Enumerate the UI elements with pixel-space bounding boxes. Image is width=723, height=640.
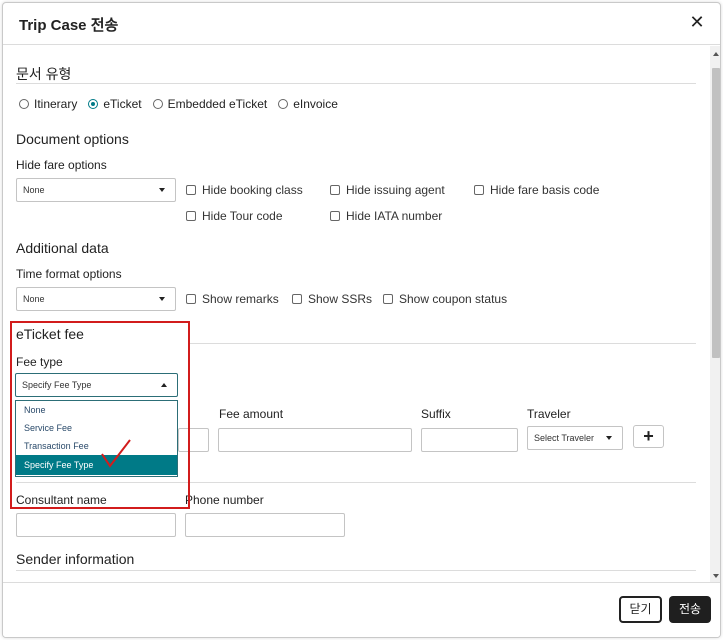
divider bbox=[189, 343, 696, 344]
checkbox-hide-iata-number[interactable]: Hide IATA number bbox=[330, 209, 442, 223]
checkbox-hide-booking-class[interactable]: Hide booking class bbox=[186, 183, 303, 197]
eticket-fee-title: eTicket fee bbox=[16, 326, 84, 342]
doc-type-title: 문서 유형 bbox=[16, 66, 72, 82]
checkbox-show-ssrs[interactable]: Show SSRs bbox=[292, 292, 372, 306]
doc-type-radio-group: Itinerary eTicket Embedded eTicket eInvo… bbox=[19, 97, 349, 111]
traveler-label: Traveler bbox=[527, 407, 571, 421]
dropdown-option-specify-fee-type[interactable]: Specify Fee Type bbox=[16, 455, 177, 475]
traveler-select[interactable]: Select Traveler bbox=[527, 426, 623, 450]
chevron-down-icon bbox=[606, 436, 612, 440]
scrollbar[interactable] bbox=[710, 46, 720, 582]
close-icon[interactable]: ✕ bbox=[688, 12, 706, 32]
checkbox-icon[interactable] bbox=[330, 185, 340, 195]
fee-amount-input[interactable] bbox=[218, 428, 412, 452]
suffix-label: Suffix bbox=[421, 407, 451, 421]
suffix-input[interactable] bbox=[421, 428, 518, 452]
dialog-title: Trip Case 전송 bbox=[19, 17, 119, 34]
checkbox-icon[interactable] bbox=[186, 185, 196, 195]
sender-information-title: Sender information bbox=[16, 551, 135, 567]
scroll-thumb[interactable] bbox=[712, 68, 720, 358]
checkbox-icon[interactable] bbox=[330, 211, 340, 221]
consultant-name-input[interactable] bbox=[16, 513, 176, 537]
radio-selected-icon[interactable] bbox=[88, 99, 99, 109]
checkbox-icon[interactable] bbox=[186, 294, 196, 304]
annotation-checkmark-icon bbox=[101, 439, 131, 468]
scroll-up-icon[interactable] bbox=[713, 52, 719, 56]
phone-number-input[interactable] bbox=[185, 513, 345, 537]
checkbox-icon[interactable] bbox=[474, 185, 484, 195]
checkbox-hide-issuing-agent[interactable]: Hide issuing agent bbox=[330, 183, 445, 197]
divider bbox=[16, 83, 696, 84]
chevron-up-icon bbox=[161, 383, 167, 387]
fee-partial-input[interactable] bbox=[178, 428, 209, 452]
radio-icon[interactable] bbox=[152, 99, 163, 109]
dropdown-option-none[interactable]: None bbox=[16, 401, 177, 419]
send-button[interactable]: 전송 bbox=[669, 596, 711, 623]
chevron-down-icon bbox=[159, 297, 165, 301]
document-options-title: Document options bbox=[16, 131, 129, 147]
dialog-body: 문서 유형 Itinerary eTicket Embedded eTicket… bbox=[3, 46, 720, 582]
add-fee-button[interactable]: + bbox=[633, 425, 664, 448]
checkbox-icon[interactable] bbox=[383, 294, 393, 304]
dialog-header: Trip Case 전송 ✕ bbox=[3, 3, 720, 45]
phone-number-label: Phone number bbox=[185, 493, 264, 507]
checkbox-show-remarks[interactable]: Show remarks bbox=[186, 292, 279, 306]
dropdown-option-transaction-fee[interactable]: Transaction Fee bbox=[16, 437, 177, 455]
checkbox-icon[interactable] bbox=[186, 211, 196, 221]
divider bbox=[16, 570, 696, 571]
radio-icon[interactable] bbox=[19, 99, 29, 109]
radio-eticket[interactable]: eTicket bbox=[88, 97, 142, 111]
fee-type-dropdown: None Service Fee Transaction Fee Specify… bbox=[15, 400, 178, 477]
trip-case-dialog: Trip Case 전송 ✕ 문서 유형 Itinerary eTicket E… bbox=[2, 2, 721, 638]
chevron-down-icon bbox=[159, 188, 165, 192]
checkbox-icon[interactable] bbox=[292, 294, 302, 304]
dialog-footer bbox=[3, 582, 720, 637]
checkbox-show-coupon-status[interactable]: Show coupon status bbox=[383, 292, 507, 306]
time-format-label: Time format options bbox=[16, 267, 122, 281]
consultant-name-label: Consultant name bbox=[16, 493, 107, 507]
scroll-down-icon[interactable] bbox=[713, 574, 719, 578]
hide-fare-label: Hide fare options bbox=[16, 158, 107, 172]
fee-type-select[interactable]: Specify Fee Type bbox=[15, 373, 178, 397]
radio-embedded-eticket[interactable]: Embedded eTicket bbox=[152, 97, 267, 111]
divider bbox=[16, 482, 696, 483]
radio-einvoice[interactable]: eInvoice bbox=[278, 97, 338, 111]
fee-type-label: Fee type bbox=[16, 355, 63, 369]
checkbox-hide-fare-basis-code[interactable]: Hide fare basis code bbox=[474, 183, 599, 197]
radio-icon[interactable] bbox=[278, 99, 289, 109]
close-button[interactable]: 닫기 bbox=[619, 596, 662, 623]
fee-amount-label: Fee amount bbox=[219, 407, 284, 421]
checkbox-hide-tour-code[interactable]: Hide Tour code bbox=[186, 209, 283, 223]
additional-data-title: Additional data bbox=[16, 240, 109, 256]
time-format-select[interactable]: None bbox=[16, 287, 176, 311]
radio-itinerary[interactable]: Itinerary bbox=[19, 97, 77, 111]
hide-fare-select[interactable]: None bbox=[16, 178, 176, 202]
dropdown-option-service-fee[interactable]: Service Fee bbox=[16, 419, 177, 437]
